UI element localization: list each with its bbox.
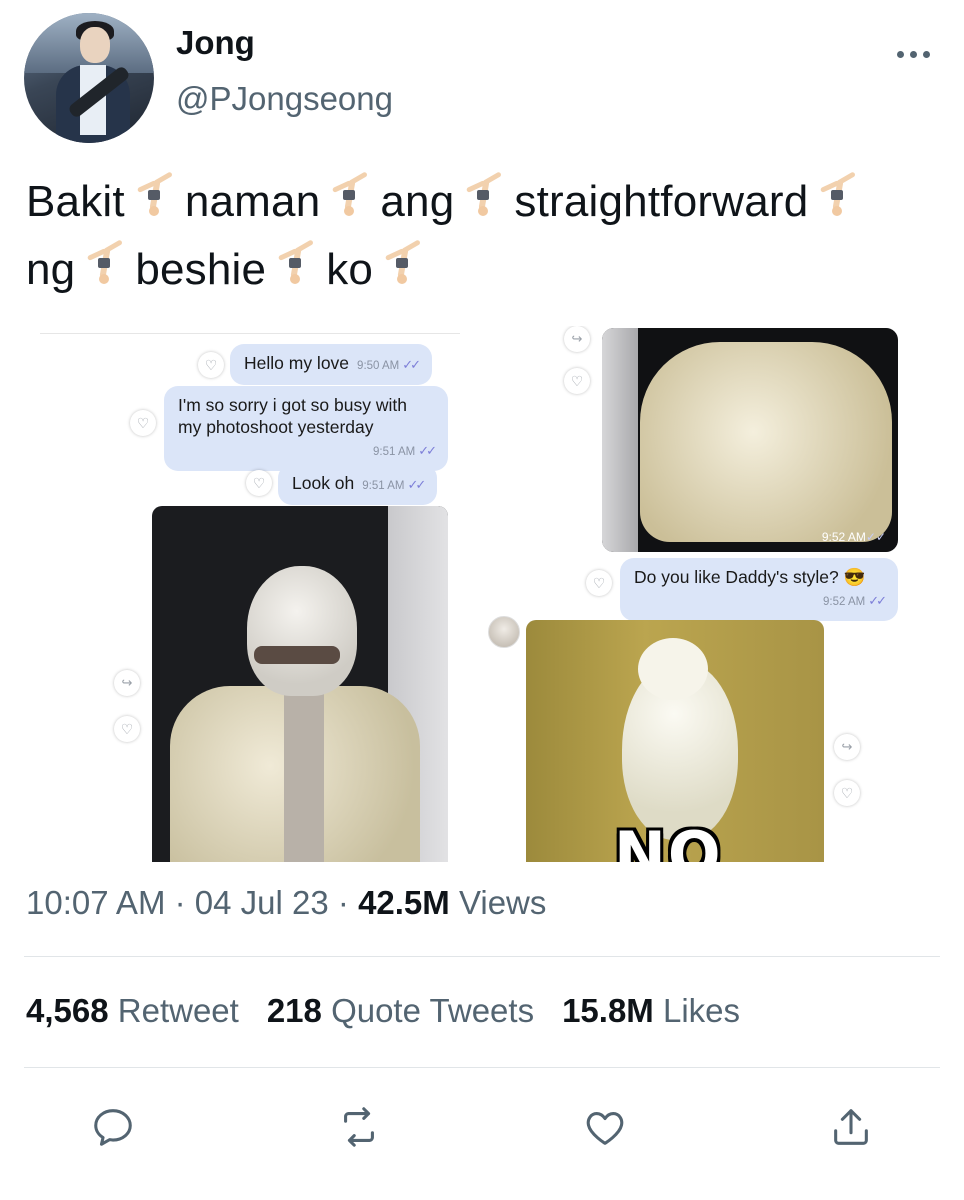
- chat-text: Hello my love: [244, 353, 350, 373]
- react-heart-icon[interactable]: ♡: [564, 368, 590, 394]
- chat-bubble: I'm so sorry i got so busy with my photo…: [164, 386, 448, 471]
- views-count: 42.5M: [358, 884, 450, 921]
- tweet-media[interactable]: ♡ Hello my love 9:50 AM ✓✓ ♡ I'm so sorry …: [24, 326, 924, 862]
- chat-text: my photoshoot yesterday: [178, 417, 374, 437]
- likes-stat[interactable]: 15.8M Likes: [562, 992, 740, 1029]
- tweet-text: Bakit naman ang straightforward ng beshie ko: [26, 168, 946, 304]
- cartwheel-emoji-icon: [85, 239, 125, 288]
- double-check-icon: ✓✓: [418, 443, 437, 458]
- double-check-icon: ✓✓: [865, 530, 886, 544]
- cartwheel-emoji-icon: [330, 171, 370, 220]
- react-heart-icon[interactable]: ♡: [586, 570, 612, 596]
- retweet-count: 4,568: [26, 992, 109, 1029]
- chat-time: 9:52 AM: [823, 596, 866, 608]
- avatar[interactable]: [24, 13, 154, 143]
- retweet-icon: [344, 1107, 374, 1147]
- cartwheel-emoji-icon: [276, 239, 316, 288]
- media-divider: [40, 333, 460, 334]
- chat-bubble: Look oh 9:51 AM ✓✓: [278, 464, 438, 505]
- likes-label: Likes: [662, 992, 741, 1029]
- divider: [24, 1067, 940, 1068]
- chat-time: 9:51 AM: [373, 446, 416, 458]
- forward-icon[interactable]: ↪: [114, 670, 140, 696]
- display-name[interactable]: Jong: [176, 24, 255, 62]
- tweet-date: 04 Jul 23: [194, 884, 329, 921]
- quote-count: 218: [266, 992, 322, 1029]
- tweet-word: ko: [326, 245, 374, 294]
- quote-label: Quote Tweets: [331, 992, 535, 1029]
- reply-icon: [94, 1109, 132, 1146]
- react-heart-icon[interactable]: ♡: [834, 780, 860, 806]
- forward-icon[interactable]: ↪: [564, 326, 590, 352]
- tweet-word: ang: [380, 177, 455, 226]
- retweet-label: Retweet: [117, 992, 239, 1029]
- react-heart-icon[interactable]: ♡: [130, 410, 156, 436]
- views-label: Views: [458, 884, 547, 921]
- tweet-word: naman: [184, 177, 321, 226]
- reply-button[interactable]: [88, 1102, 138, 1152]
- cartwheel-emoji-icon: [464, 171, 504, 220]
- chat-text: Look oh: [292, 473, 355, 493]
- heart-icon: [586, 1112, 624, 1145]
- react-heart-icon[interactable]: ♡: [198, 352, 224, 378]
- avatar-face: [80, 27, 110, 63]
- tweet-word: beshie: [135, 245, 267, 294]
- chat-time: 9:52 AM: [821, 530, 866, 544]
- separator: ·: [337, 884, 349, 921]
- double-check-icon: ✓✓: [402, 357, 421, 372]
- tweet-time: 10:07 AM: [26, 884, 166, 921]
- chat-photo[interactable]: [152, 506, 448, 862]
- chat-text: Do you like Daddy's style? 😎: [634, 567, 866, 587]
- chat-photo[interactable]: 9:52 AM✓✓: [602, 328, 898, 552]
- retweet-stat[interactable]: 4,568 Retweet: [26, 992, 239, 1029]
- tweet-word: straightforward: [514, 177, 809, 226]
- retweet-button[interactable]: [334, 1102, 384, 1152]
- quote-stat[interactable]: 218 Quote Tweets: [267, 992, 534, 1029]
- react-heart-icon[interactable]: ♡: [114, 716, 140, 742]
- cartwheel-emoji-icon: [383, 239, 423, 288]
- share-icon: [834, 1109, 868, 1145]
- chat-text: I'm so sorry i got so busy with: [178, 395, 407, 415]
- sender-avatar: [488, 616, 520, 648]
- tweet-word: ng: [26, 245, 76, 294]
- double-check-icon: ✓✓: [407, 477, 426, 492]
- chat-time: 9:51 AM: [362, 480, 405, 492]
- double-check-icon: ✓✓: [868, 593, 887, 608]
- engagement-stats: 4,568 Retweet 218 Quote Tweets 15.8M Likes: [26, 992, 768, 1030]
- share-button[interactable]: [826, 1102, 876, 1152]
- forward-icon[interactable]: ↪: [834, 734, 860, 760]
- tweet-meta: 10:07 AM · 04 Jul 23 · 42.5M Views: [26, 884, 546, 922]
- like-button[interactable]: [580, 1102, 630, 1152]
- separator: ·: [174, 884, 186, 921]
- chat-time: 9:50 AM: [357, 360, 400, 372]
- divider: [24, 956, 940, 957]
- likes-count: 15.8M: [562, 992, 654, 1029]
- react-heart-icon[interactable]: ♡: [246, 470, 272, 496]
- cartwheel-emoji-icon: [818, 171, 858, 220]
- user-handle[interactable]: @PJongseong: [176, 80, 393, 118]
- chat-bubble: Hello my love 9:50 AM ✓✓: [230, 344, 433, 385]
- gif-caption: NO: [614, 818, 723, 862]
- cartwheel-emoji-icon: [135, 171, 175, 220]
- tweet-word: Bakit: [26, 177, 125, 226]
- chat-gif[interactable]: NO: [526, 620, 824, 862]
- chat-bubble: Do you like Daddy's style? 😎 9:52 AM ✓✓: [620, 558, 898, 621]
- more-options-icon[interactable]: [893, 46, 933, 62]
